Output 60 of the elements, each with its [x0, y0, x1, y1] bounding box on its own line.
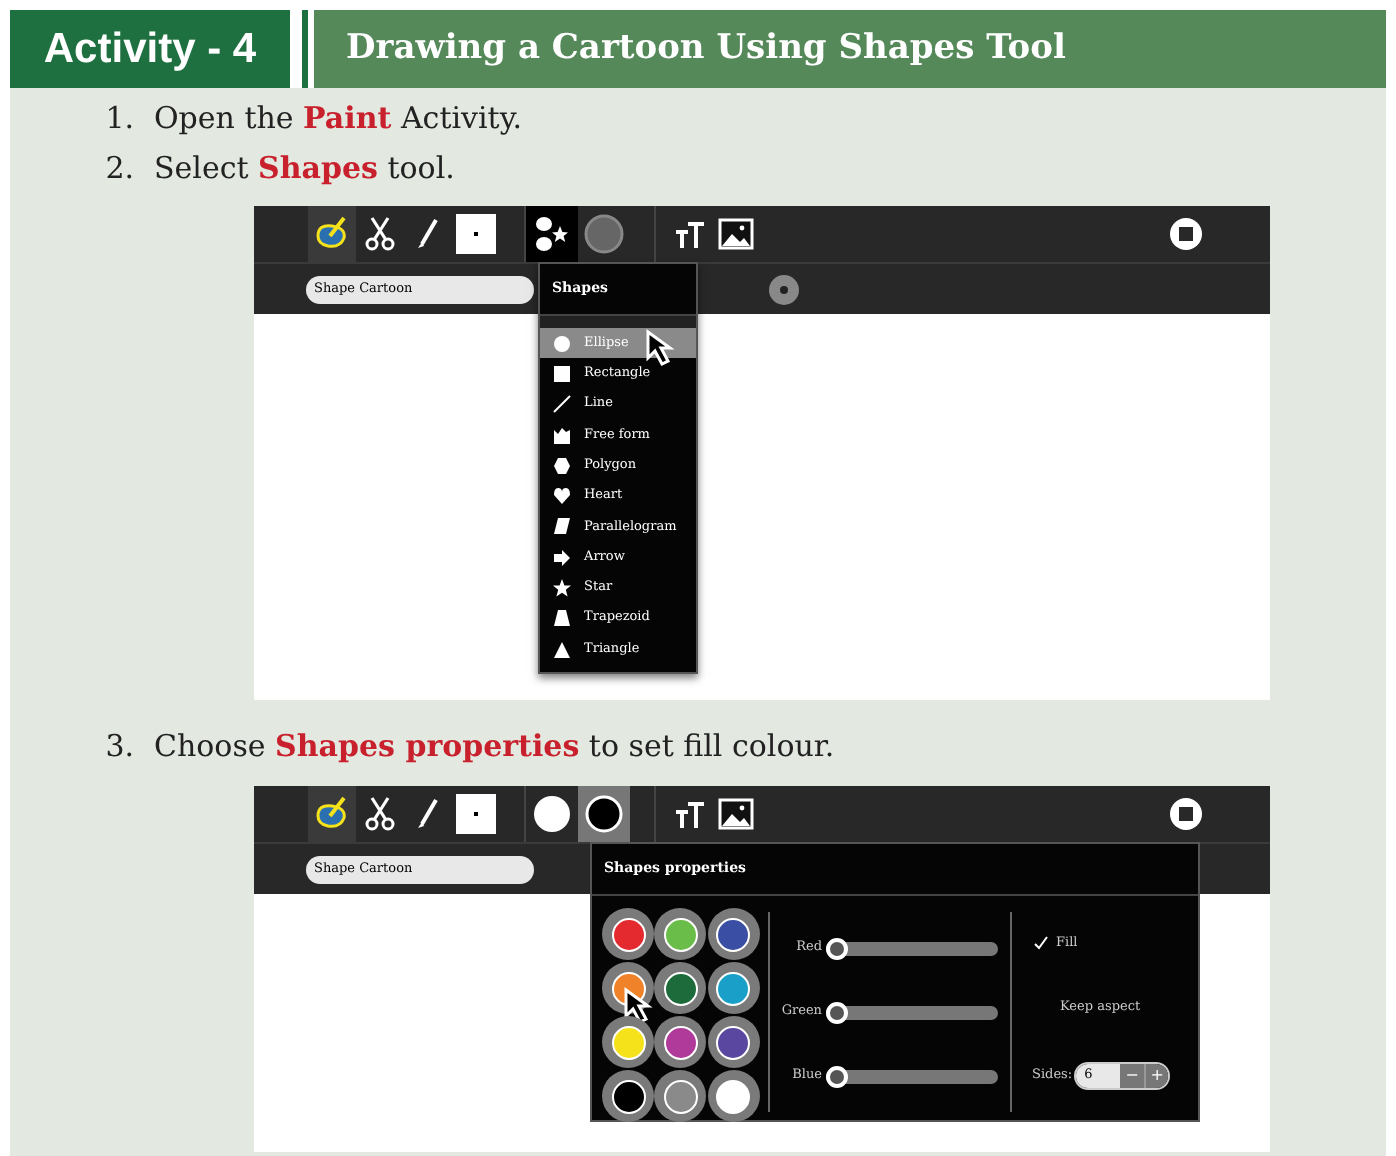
image-icon — [718, 796, 754, 832]
paint-palette-icon — [314, 796, 350, 832]
toolbar-button[interactable] — [526, 206, 578, 262]
activity-title: Drawing a Cartoon Using Shapes Tool — [314, 10, 1386, 88]
canvas-icon — [456, 214, 496, 254]
color-swatch[interactable] — [602, 1070, 654, 1122]
color-swatch[interactable] — [707, 1016, 760, 1068]
color-swatch[interactable] — [654, 962, 707, 1014]
color-swatch[interactable] — [654, 908, 707, 960]
ellipse-icon — [552, 333, 572, 354]
brush-icon — [416, 798, 440, 830]
trapezoid-icon — [552, 608, 572, 629]
text-tool-icon — [674, 798, 706, 830]
arrow-icon — [552, 547, 572, 568]
rectangle-icon — [552, 363, 572, 384]
step-number: 3. — [103, 726, 136, 769]
paint-palette-icon — [314, 216, 350, 252]
star-icon — [552, 578, 572, 599]
line-icon — [552, 394, 572, 415]
parallelogram-icon — [552, 516, 572, 537]
color-swatch[interactable] — [602, 908, 654, 960]
heart-icon — [552, 486, 572, 507]
circle-button-icon — [768, 273, 800, 305]
image-icon — [718, 216, 754, 252]
step-number: 1. — [103, 98, 136, 141]
slider-thumb[interactable] — [826, 1065, 848, 1087]
triangle-icon — [552, 639, 572, 660]
toolbar-button[interactable] — [308, 206, 356, 262]
canvas-icon — [456, 794, 496, 834]
color-swatch[interactable] — [707, 1070, 760, 1122]
color-swatch[interactable] — [602, 1016, 654, 1068]
polygon-icon — [552, 455, 572, 476]
stop-icon — [1168, 796, 1204, 832]
step-text: Choose Shapes properties to set fill colour. — [154, 726, 835, 769]
stop-icon — [1168, 216, 1204, 252]
step-text: Open the Paint Activity. — [154, 98, 523, 141]
circle-icon — [584, 794, 624, 834]
checkmark-icon — [1034, 936, 1048, 951]
activity-label: Activity - 4 — [10, 10, 296, 88]
freeform-icon — [552, 425, 572, 446]
toolbar-button[interactable] — [308, 786, 356, 842]
toolbar-button[interactable] — [578, 786, 630, 842]
scissors-icon — [364, 216, 396, 252]
shapes-icon — [534, 216, 570, 252]
color-swatch[interactable] — [654, 1070, 707, 1122]
slider-thumb[interactable] — [826, 937, 848, 959]
circle-icon — [584, 214, 624, 254]
color-slider[interactable] — [826, 941, 998, 955]
step-number: 2. — [103, 148, 136, 191]
brush-icon — [416, 218, 440, 250]
color-swatch[interactable] — [707, 962, 760, 1014]
circle-icon — [532, 794, 572, 834]
slider-thumb[interactable] — [826, 1001, 848, 1023]
scissors-icon — [364, 796, 396, 832]
color-slider[interactable] — [826, 1069, 998, 1083]
color-swatch[interactable] — [707, 908, 760, 960]
color-swatch[interactable] — [654, 1016, 707, 1068]
step-text: Select Shapes tool. — [154, 148, 455, 191]
color-slider[interactable] — [826, 1005, 998, 1019]
text-tool-icon — [674, 218, 706, 250]
